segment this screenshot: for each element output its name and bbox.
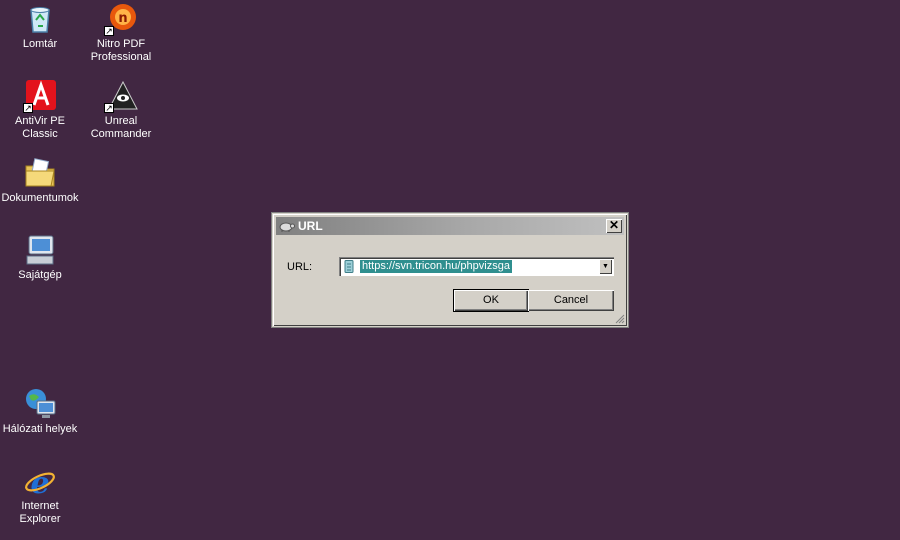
icon-label: Hálózati helyek [2,423,78,435]
desktop-icon-my-computer[interactable]: Sajátgép [0,233,80,282]
url-input-value[interactable]: https://svn.tricon.hu/phpvizsga [360,260,512,273]
ok-button[interactable]: OK [453,289,529,312]
unreal-commander-icon: ↗ [104,79,138,113]
icon-label: Sajátgép [18,269,62,281]
desktop-icon-internet-explorer[interactable]: e Internet Explorer [0,464,80,526]
desktop-icon-antivir[interactable]: ↗ AntiVir PE Classic [0,79,80,141]
url-combobox[interactable]: https://svn.tricon.hu/phpvizsga ▼ [339,257,614,276]
recycle-bin-icon [23,2,57,36]
desktop-icon-network-places[interactable]: Hálózati helyek [0,387,80,436]
dialog-titlebar[interactable]: URL ✕ [276,217,624,235]
shortcut-arrow-icon: ↗ [104,103,114,113]
dropdown-button[interactable]: ▼ [599,259,612,274]
network-places-icon [23,387,57,421]
antivir-icon: ↗ [23,79,57,113]
internet-explorer-icon: e [23,464,57,501]
icon-label: Lomtár [22,38,58,50]
documents-folder-icon [23,156,57,190]
cancel-button[interactable]: Cancel [528,290,614,311]
dialog-title: URL [298,219,323,233]
icon-label: Internet [21,500,59,512]
url-history-icon [344,260,354,273]
resize-grip-icon[interactable] [615,314,625,324]
url-label: URL: [287,261,313,273]
chevron-down-icon: ▼ [602,263,609,270]
icon-label: Commander [90,128,152,140]
icon-label: Explorer [19,513,61,525]
desktop-icon-nitro-pdf[interactable]: n ↗ Nitro PDF Professional [81,2,161,64]
svg-text:e: e [30,466,49,498]
icon-label: Dokumentumok [1,192,79,204]
icon-label: Professional [90,51,152,63]
url-dialog: URL ✕ URL: https://svn.tricon.hu/phpvizs… [272,213,628,327]
shortcut-arrow-icon: ↗ [104,26,114,36]
icon-label: Nitro PDF [96,38,146,50]
shortcut-arrow-icon: ↗ [23,103,33,113]
desktop-icon-recycle-bin[interactable]: Lomtár [0,2,80,51]
tortoise-icon [279,219,295,233]
icon-label: Classic [22,128,58,140]
svg-text:n: n [118,11,127,26]
my-computer-icon [23,233,57,267]
desktop-icon-documents[interactable]: Dokumentumok [0,156,80,205]
icon-label: AntiVir PE [15,115,65,127]
close-icon: ✕ [608,218,620,232]
desktop-icon-unreal-commander[interactable]: ↗ Unreal Commander [81,79,161,141]
icon-label: Unreal [104,115,138,127]
close-button[interactable]: ✕ [606,219,622,233]
nitro-pdf-icon: n ↗ [104,2,138,36]
